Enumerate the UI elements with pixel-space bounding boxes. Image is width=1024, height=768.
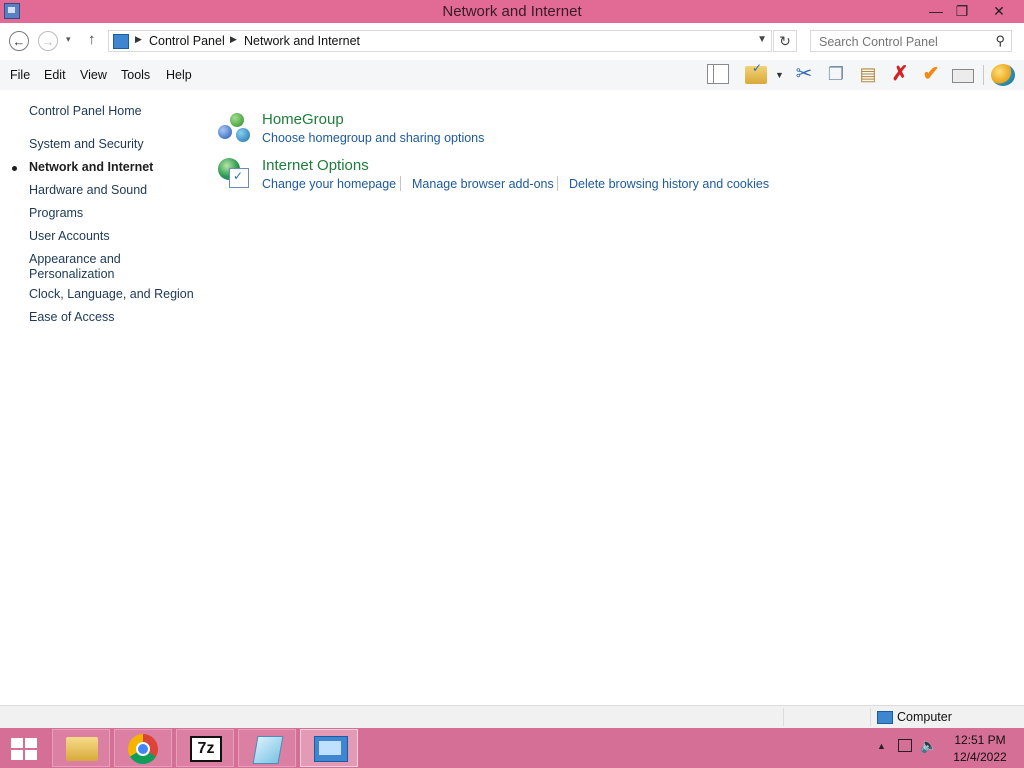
taskbar-chrome[interactable]	[114, 729, 172, 767]
sidebar-item-appearance-and-personalization[interactable]: Appearance and Personalization	[29, 252, 139, 282]
sidebar-item-network-and-internet[interactable]: Network and Internet	[29, 160, 199, 175]
layout-icon[interactable]	[707, 64, 729, 84]
chrome-icon	[128, 734, 158, 764]
menu-file[interactable]: File	[10, 68, 30, 82]
control-panel-icon	[113, 34, 129, 49]
breadcrumb-chevron-icon[interactable]: ▶	[135, 34, 142, 45]
cut-icon[interactable]: ✂	[793, 63, 815, 85]
search-icon[interactable]: ⚲	[995, 33, 1005, 49]
title-bar: Network and Internet — ❐ ✕	[0, 0, 1024, 23]
show-hidden-icons-icon[interactable]: ▲	[877, 741, 886, 751]
properties-icon[interactable]	[952, 69, 974, 83]
status-text: Computer	[897, 710, 952, 724]
copy-icon[interactable]: ❐	[825, 63, 847, 85]
7zip-icon: 7z	[190, 736, 222, 762]
breadcrumb-network-and-internet[interactable]: Network and Internet	[244, 34, 360, 48]
address-bar[interactable]: ▶ Control Panel ▶ Network and Internet ▼	[108, 30, 772, 52]
back-button[interactable]: ←	[9, 31, 29, 51]
sidebar-item-user-accounts[interactable]: User Accounts	[29, 229, 199, 244]
sidebar-item-ease-of-access[interactable]: Ease of Access	[29, 310, 199, 325]
computer-icon	[877, 711, 893, 724]
status-bar: Computer	[0, 705, 1024, 728]
taskbar-notepad[interactable]	[238, 729, 296, 767]
control-panel-home-link[interactable]: Control Panel Home	[29, 104, 199, 119]
breadcrumb-chevron-icon[interactable]: ▶	[230, 34, 237, 45]
homegroup-sharing-link[interactable]: Choose homegroup and sharing options	[262, 131, 484, 145]
internet-options-title[interactable]: Internet Options	[262, 157, 369, 174]
close-button[interactable]: ✕	[983, 0, 1015, 22]
notepad-icon	[252, 736, 284, 764]
sidebar-item-programs[interactable]: Programs	[29, 206, 199, 221]
chevron-down-icon[interactable]: ▼	[775, 70, 784, 80]
folder-icon	[66, 737, 98, 761]
sidebar-item-clock-language-region[interactable]: Clock, Language, and Region	[29, 287, 199, 302]
forward-button[interactable]: →	[38, 31, 58, 51]
search-input[interactable]	[811, 31, 991, 53]
up-button[interactable]: ↑	[88, 31, 96, 48]
search-box[interactable]: ⚲	[810, 30, 1012, 53]
internet-icon[interactable]	[991, 64, 1015, 86]
apply-icon[interactable]: ✔	[920, 63, 942, 85]
status-divider	[783, 708, 784, 726]
manage-addons-link[interactable]: Manage browser add-ons	[412, 177, 554, 191]
taskbar: 7z ▲ 🔈 12:51 PM 12/4/2022	[0, 728, 1024, 768]
taskbar-7zip[interactable]: 7z	[176, 729, 234, 767]
menu-edit[interactable]: Edit	[44, 68, 66, 82]
menu-bar: File Edit View Tools Help ▼ ✂ ❐ ▤ ✗ ✔	[0, 60, 1024, 90]
link-divider	[557, 176, 558, 191]
current-item-bullet-icon	[12, 166, 17, 171]
paste-icon[interactable]: ▤	[857, 63, 879, 85]
start-button[interactable]	[8, 736, 40, 760]
taskbar-control-panel[interactable]	[300, 729, 358, 767]
volume-icon[interactable]: 🔈	[920, 737, 937, 754]
delete-icon[interactable]: ✗	[889, 63, 911, 85]
window-title: Network and Internet	[442, 3, 582, 20]
folder-options-icon[interactable]	[745, 61, 767, 84]
menu-view[interactable]: View	[80, 68, 107, 82]
network-icon[interactable]	[898, 739, 912, 752]
restore-button[interactable]: ❐	[946, 0, 978, 22]
main-content: HomeGroup Choose homegroup and sharing o…	[205, 92, 1024, 692]
sidebar-item-system-and-security[interactable]: System and Security	[29, 137, 199, 152]
change-homepage-link[interactable]: Change your homepage	[262, 177, 396, 191]
address-row: ← → ▾ ↑ ▶ Control Panel ▶ Network and In…	[0, 23, 1024, 59]
menu-tools[interactable]: Tools	[121, 68, 150, 82]
breadcrumb-control-panel[interactable]: Control Panel	[149, 34, 225, 48]
sidebar-item-hardware-and-sound[interactable]: Hardware and Sound	[29, 183, 199, 198]
windows-logo-icon	[11, 738, 23, 748]
toolbar-divider	[983, 65, 984, 85]
recent-locations-dropdown[interactable]: ▾	[66, 34, 71, 45]
homegroup-icon[interactable]	[218, 112, 252, 146]
clock-time[interactable]: 12:51 PM	[940, 733, 1020, 747]
link-divider	[400, 176, 401, 191]
left-navigation: Control Panel Home System and Security N…	[0, 92, 205, 692]
status-divider	[870, 708, 871, 726]
internet-options-icon[interactable]	[218, 158, 252, 192]
homegroup-title[interactable]: HomeGroup	[262, 111, 344, 128]
menu-help[interactable]: Help	[166, 68, 192, 82]
chevron-down-icon[interactable]: ▼	[757, 34, 767, 45]
taskbar-file-explorer[interactable]	[52, 729, 110, 767]
delete-history-link[interactable]: Delete browsing history and cookies	[569, 177, 769, 191]
clock-date[interactable]: 12/4/2022	[940, 750, 1020, 764]
refresh-button[interactable]: ↻	[773, 30, 797, 52]
control-panel-icon	[314, 736, 348, 762]
